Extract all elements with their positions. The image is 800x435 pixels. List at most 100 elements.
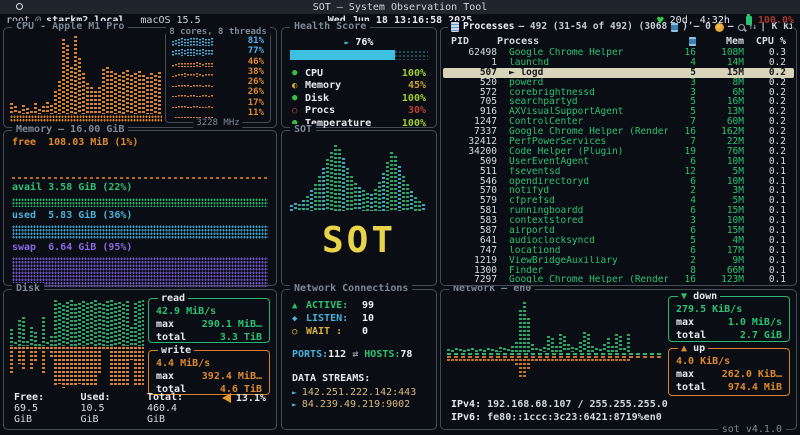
cpu-core-percent: 81%: [236, 37, 264, 46]
health-item-value: 30%: [408, 105, 426, 116]
process-threads: 16: [668, 275, 696, 283]
disk-read-box-title: read: [158, 293, 188, 304]
disk-free: Free: 69.5 GiB: [14, 392, 56, 425]
network-down-box-title: ▼ down: [678, 291, 720, 302]
process-name: powerd: [497, 78, 668, 88]
up-arrow-icon: ▲: [681, 343, 687, 354]
uptime-value: 20d, 4:32h: [670, 15, 730, 26]
process-pid: 7297: [451, 275, 497, 283]
mountain-art: [290, 141, 428, 211]
cpu-core-row: 17%: [172, 99, 264, 108]
cpu-core-sparkline: [172, 37, 236, 46]
cpu-core-percent: 38%: [236, 68, 264, 77]
process-name: Finder: [497, 266, 668, 276]
process-name: contextstored: [497, 216, 668, 226]
cpu-core-row: 38%: [172, 68, 264, 77]
wait-count: 0: [362, 326, 368, 337]
listen-diamond-icon: ◆: [292, 314, 306, 324]
health-panel-title: Health Score: [290, 21, 370, 33]
cpu-core-percent: 17%: [236, 99, 264, 108]
threads-column-icon: [689, 37, 696, 46]
ipv4-value: 192.168.68.107 / 255.255.255.0: [487, 399, 668, 410]
memory-swap-label: swap 6.64 GiB (95%): [12, 242, 268, 253]
cpu-core-row: 46%: [172, 58, 264, 67]
stream-address: 84.239.49.219:9002: [302, 399, 410, 410]
health-item-label: Temperature: [305, 118, 402, 129]
sot-logo: SOT: [282, 221, 436, 261]
disk-read-box: read 42.9 MiB/s max290.1 MiB… total3.3 T…: [148, 298, 270, 343]
window-titlebar: SOT — System Observation Tool: [0, 0, 800, 14]
process-name: searchpartyd: [497, 97, 668, 107]
data-stream-row: ►142.251.222.142:443: [292, 386, 426, 398]
window-circle-icon[interactable]: [16, 3, 23, 10]
network-down-box: ▼ down 279.5 KiB/s max1.0 MiB/s total2.7…: [668, 296, 790, 342]
health-item-marker: ◐: [292, 81, 305, 91]
process-name: cfprefsd: [497, 196, 668, 206]
memory-free-label: free 108.03 MiB (1%): [12, 137, 268, 148]
network-up-box: ▲ up 4.0 KiB/s max262.0 KiB… total974.4 …: [668, 348, 790, 396]
cpu-core-row: 77%: [172, 47, 264, 56]
active-count: 99: [362, 300, 374, 311]
process-columns-header[interactable]: PID Process Mem CPU %: [443, 35, 794, 47]
process-name: UserEventAgent: [497, 157, 668, 167]
health-item-label: Disk: [305, 93, 402, 104]
health-item-label: Procs: [305, 105, 408, 116]
process-rows: 62498Google Chrome Helper16108M0.31launc…: [443, 48, 794, 283]
health-score-bar: [290, 50, 428, 60]
sot-panel-title: SOT: [290, 124, 316, 136]
memory-used-label: used 5.83 GiB (36%): [12, 210, 268, 221]
cpu-core-sparkline: [172, 109, 236, 118]
health-item-value: 100%: [402, 68, 426, 79]
health-item: ●CPU100%: [292, 67, 426, 80]
window-title: SOT — System Observation Tool: [313, 2, 488, 13]
memory-free-graph: [12, 177, 268, 179]
cpu-core-sparkline: [172, 47, 236, 56]
down-max: max1.0 MiB/s: [676, 316, 782, 329]
health-item-marker: ●: [292, 93, 305, 103]
process-name: AXVisualSupportAgent: [497, 107, 668, 117]
netconn-panel-title: Network Connections: [290, 283, 412, 295]
column-pid: PID: [451, 36, 497, 47]
network-panel: Network — en0 ▼ down 279.5 KiB/s max1.0 …: [440, 289, 797, 430]
battery-icon: [746, 16, 752, 25]
disk-total: Total: 460.4 GiB: [147, 392, 198, 425]
disk-panel-title: Disk: [12, 283, 44, 295]
process-name: airportd: [497, 226, 668, 236]
processes-summary-1: — 492 (31-54 of 492) (3068: [518, 21, 667, 33]
health-score-value: 76%: [355, 37, 373, 48]
health-item: ●Disk100%: [292, 92, 426, 105]
ports-count: 112: [328, 349, 346, 360]
sot-panel: SOT SOT: [281, 130, 437, 286]
stream-arrow-icon: ►: [292, 400, 297, 409]
network-baseline-up: [447, 356, 662, 358]
uptime-heart-icon: ♥: [657, 14, 664, 27]
process-mem: 123M: [696, 275, 744, 283]
column-process: Process: [497, 36, 668, 47]
process-row[interactable]: 7297Google Chrome Helper (Renderer)16123…: [443, 275, 794, 283]
process-name: notifyd: [497, 186, 668, 196]
cpu-core-percent: 11%: [236, 109, 264, 118]
disk-write-rate: 4.4 MiB/s: [156, 357, 262, 370]
cpu-panel-title: CPU - Apple M1 Pro: [12, 21, 128, 33]
os-version: macOS 15.5: [140, 15, 200, 26]
process-name: ViewBridgeAuxiliary: [497, 256, 668, 266]
cpu-cores-list: 81%77%46%38%26%26%17%11%: [172, 37, 264, 118]
health-item-value: 100%: [402, 93, 426, 104]
process-name: launchd: [497, 58, 668, 68]
column-mem: Mem: [696, 36, 744, 47]
listen-connections-row: ◆ LISTEN: 10: [292, 312, 426, 325]
disk-used: Used: 10.5 GiB: [80, 392, 122, 425]
network-baseline-down: [447, 353, 662, 355]
disk-write-max: max392.4 MiB…: [156, 370, 262, 383]
cpu-core-sparkline: [172, 88, 236, 97]
up-total: total974.4 MiB: [676, 381, 782, 394]
process-name: ControlCenter: [497, 117, 668, 127]
process-cpu: 0.1: [744, 275, 786, 283]
cpu-core-sparkline: [172, 99, 236, 108]
health-item-marker: ○: [292, 106, 305, 116]
pie-slice-icon: [222, 393, 231, 403]
ipv6-label: IPv6:: [451, 412, 481, 423]
exchange-arrows-icon: ⇄: [352, 349, 358, 360]
hosts-count: 78: [400, 349, 412, 360]
process-name: fseventsd: [497, 167, 668, 177]
